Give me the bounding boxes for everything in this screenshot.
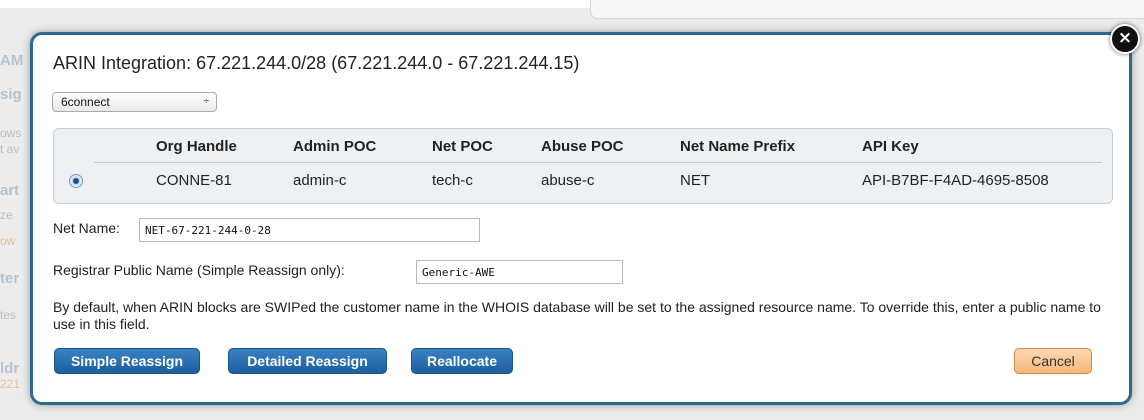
organization-select-value: 6connect xyxy=(61,95,110,109)
simple-reassign-button[interactable]: Simple Reassign xyxy=(54,348,200,374)
background-fragment: ow xyxy=(0,234,16,248)
organization-select[interactable]: 6connect ÷ xyxy=(52,92,217,112)
column-header-org-handle: Org Handle xyxy=(156,138,237,155)
registrar-public-name-label: Registrar Public Name (Simple Reassign o… xyxy=(53,262,345,278)
reallocate-button[interactable]: Reallocate xyxy=(411,348,513,374)
background-fragment: 221 xyxy=(0,377,21,391)
column-header-api-key: API Key xyxy=(862,138,919,155)
background-fragment: AM xyxy=(0,52,24,69)
dialog-title: ARIN Integration: 67.221.244.0/28 (67.22… xyxy=(53,53,580,73)
row-select-radio[interactable] xyxy=(69,174,83,188)
column-header-net-name-prefix: Net Name Prefix xyxy=(680,138,796,155)
cell-net-poc: tech-c xyxy=(432,172,473,189)
net-name-label: Net Name: xyxy=(53,220,120,236)
cell-abuse-poc: abuse-c xyxy=(541,172,595,189)
info-text: By default, when ARIN blocks are SWIPed … xyxy=(53,299,1101,332)
table-header-divider xyxy=(94,162,1102,163)
arin-integration-dialog: ARIN Integration: 67.221.244.0/28 (67.22… xyxy=(30,32,1132,405)
background-fragment: ldr xyxy=(0,360,20,377)
cell-admin-poc: admin-c xyxy=(293,172,347,189)
cell-org-handle: CONNE-81 xyxy=(156,172,232,189)
detailed-reassign-button[interactable]: Detailed Reassign xyxy=(228,348,387,374)
column-header-net-poc: Net POC xyxy=(432,138,493,155)
column-header-admin-poc: Admin POC xyxy=(293,138,377,155)
column-header-abuse-poc: Abuse POC xyxy=(541,138,624,155)
background-fragment: tes xyxy=(0,308,17,322)
close-icon[interactable]: × xyxy=(1110,24,1140,54)
cancel-button[interactable]: Cancel xyxy=(1014,348,1092,374)
background-fragment: t av xyxy=(0,142,20,156)
cell-api-key: API-B7BF-F4AD-4695-8508 xyxy=(862,172,1049,189)
org-handle-table: Org Handle Admin POC Net POC Abuse POC N… xyxy=(53,128,1113,204)
registrar-public-name-input[interactable] xyxy=(416,260,623,284)
background-fragment: ter xyxy=(0,270,20,287)
background-fragment: ows xyxy=(0,126,22,140)
background-fragment: sig xyxy=(0,86,22,103)
select-arrows-icon: ÷ xyxy=(203,96,210,107)
cell-net-name-prefix: NET xyxy=(680,172,710,189)
net-name-input[interactable] xyxy=(139,218,480,242)
background-fragment: art xyxy=(0,182,20,199)
background-top-bar xyxy=(590,0,1144,19)
background-fragment: ze xyxy=(0,208,13,222)
